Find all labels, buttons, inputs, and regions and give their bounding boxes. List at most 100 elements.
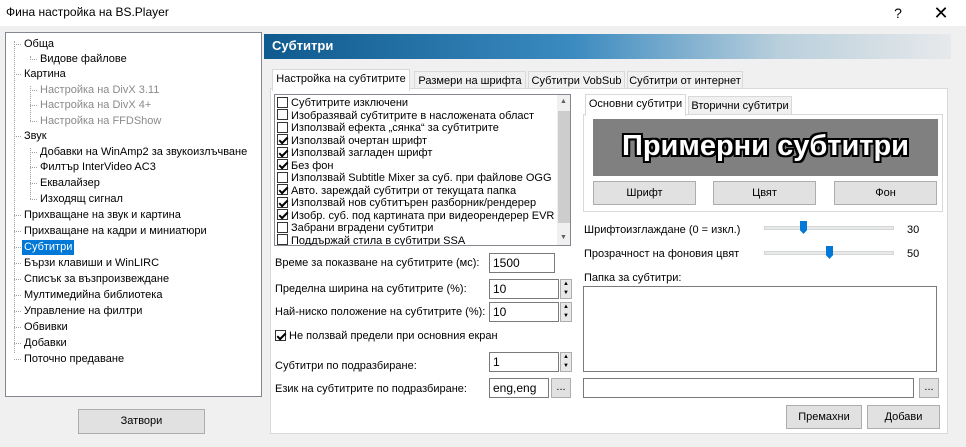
display-time-input[interactable]: 1500 [489, 253, 555, 273]
close-window-button[interactable]: ✕ [924, 0, 958, 26]
checklist-item[interactable]: Използвай ефекта „сянка“ за субтитрите [277, 121, 499, 135]
checkbox-box[interactable] [277, 184, 288, 196]
help-button[interactable]: ? [884, 0, 912, 26]
tree-item[interactable]: Филтър InterVideo AC3 [38, 160, 158, 175]
tree-connector [14, 231, 21, 232]
tree-item[interactable]: Изходящ сигнал [38, 192, 125, 207]
lowest-pos-input[interactable]: 10 [489, 302, 559, 322]
checkbox-box[interactable] [277, 121, 288, 133]
checklist-item[interactable]: Изобразявай субтитрите в насложената обл… [277, 109, 534, 123]
spin-down-icon[interactable]: ▼ [561, 312, 571, 321]
default-lang-input[interactable]: eng,eng [489, 378, 549, 398]
tree-item[interactable]: Звук [22, 129, 49, 144]
tree-connector [14, 327, 21, 328]
folder-list[interactable] [583, 286, 937, 372]
tree-item[interactable]: Видове файлове [38, 52, 129, 67]
default-sub-input[interactable]: 1 [489, 352, 559, 372]
subtitle-preview: Примерни субтитри [593, 119, 938, 176]
tree-item[interactable]: Настройка на DivX 3.11 [38, 83, 161, 98]
remove-button[interactable]: Премахни [786, 405, 862, 429]
tree-connector [14, 311, 21, 312]
checklist-item[interactable]: Използвай Subtitle Mixer за суб. при фай… [277, 171, 552, 185]
tree-item[interactable]: Управление на филтри [22, 304, 144, 319]
folder-path-input[interactable] [583, 378, 914, 398]
remove-button-label: Премахни [798, 411, 850, 423]
checklist-item[interactable]: Използвай нов субтитърен разборник/ренде… [277, 196, 536, 210]
lang-browse-button[interactable]: ... [551, 378, 571, 398]
tree-item[interactable]: Настройка на DivX 4+ [38, 98, 153, 113]
no-limits-checkbox[interactable]: Не ползвай предели при основния екран [275, 329, 498, 342]
tree-item[interactable]: Бързи клавиши и WinLIRC [22, 256, 161, 271]
tab-label: Основни субтитри [588, 98, 683, 110]
checkbox-box[interactable] [277, 146, 288, 158]
checkbox-box[interactable] [277, 159, 288, 171]
lowest-pos-stepper[interactable]: ▲ ▼ [560, 302, 572, 322]
background-button-label: Фон [875, 187, 896, 199]
tree-connector [14, 247, 21, 248]
smoothing-slider-track[interactable] [764, 226, 894, 230]
checklist-item[interactable]: Авто. зареждай субтитри от текущата папк… [277, 184, 516, 198]
checkbox-box[interactable] [277, 196, 288, 208]
close-button[interactable]: Затвори [78, 409, 205, 434]
checklist-item[interactable]: Субтитрите изключени [277, 96, 409, 110]
spin-up-icon[interactable]: ▲ [561, 280, 571, 289]
settings-tree[interactable]: Обща Видове файлове Картина Настройка на Di… [5, 32, 262, 397]
checklist-item[interactable]: Използвай загладен шрифт [277, 146, 432, 160]
checkbox-box[interactable] [277, 96, 288, 108]
color-button-label: Цвят [752, 187, 777, 199]
checkbox-box[interactable] [277, 134, 288, 146]
checklist-item[interactable]: Използвай очертан шрифт [277, 134, 427, 148]
spin-down-icon[interactable]: ▼ [561, 362, 571, 371]
color-button[interactable]: Цвят [713, 181, 816, 205]
scroll-thumb[interactable] [558, 111, 570, 223]
tree-item[interactable]: Прихващане на звук и картина [22, 208, 183, 223]
checklist-item[interactable]: Поддържай стила в субтитри SSA [277, 234, 465, 245]
checklist-item[interactable]: Забрани вградени субтитри [277, 221, 433, 235]
max-width-stepper[interactable]: ▲ ▼ [560, 279, 572, 299]
checkbox-box[interactable] [277, 109, 288, 121]
tree-item[interactable]: Обвивки [22, 320, 70, 335]
folder-browse-button[interactable]: ... [919, 378, 939, 398]
tab-subtitle-settings[interactable]: Настройка на субтитрите [272, 69, 410, 91]
font-button[interactable]: Шрифт [593, 181, 696, 205]
checklist-item[interactable]: Изобр. суб. под картината при видеоренде… [277, 209, 554, 223]
tree-item[interactable]: Прихващане на кадри и миниатюри [22, 224, 209, 239]
scroll-up-icon[interactable]: ▲ [560, 98, 567, 105]
tree-item[interactable]: Еквалайзер [38, 176, 102, 191]
spin-up-icon[interactable]: ▲ [561, 353, 571, 362]
options-checklist[interactable]: Субтитрите изключени Изобразявай субтитри… [274, 94, 571, 246]
checkbox-box[interactable] [277, 234, 288, 245]
checklist-item-label: Субтитрите изключени [291, 97, 409, 109]
tree-item[interactable]: Поточно предаване [22, 352, 126, 367]
tree-item[interactable]: Списък за възпроизвеждане [22, 272, 171, 287]
checklist-scrollbar[interactable]: ▲ ▼ [557, 95, 570, 245]
checkbox-box[interactable] [277, 171, 288, 183]
tree-item[interactable]: Мултимедийна библиотека [22, 288, 164, 303]
scroll-down-icon[interactable]: ▼ [560, 234, 567, 241]
add-button[interactable]: Добави [867, 405, 940, 429]
checkbox-box[interactable] [277, 221, 288, 233]
tree-item[interactable]: Обща [22, 37, 56, 52]
spin-down-icon[interactable]: ▼ [561, 289, 571, 298]
tab-primary-subtitles[interactable]: Основни субтитри [585, 94, 686, 116]
default-sub-stepper[interactable]: ▲ ▼ [560, 352, 572, 372]
tree-connector [30, 59, 37, 60]
section-title: Субтитри [272, 38, 334, 53]
background-button[interactable]: Фон [834, 181, 937, 205]
spin-up-icon[interactable]: ▲ [561, 303, 571, 312]
tree-connector [14, 74, 21, 75]
checkbox-box[interactable] [275, 329, 286, 341]
tree-item[interactable]: Добавки [22, 336, 69, 351]
tab-secondary-subtitles[interactable]: Вторични субтитри [688, 96, 792, 116]
checklist-item[interactable]: Без фон [277, 159, 333, 173]
checkbox-box[interactable] [277, 209, 288, 221]
tree-item[interactable]: Субтитри [22, 240, 75, 255]
max-width-input[interactable]: 10 [489, 279, 559, 299]
tree-item[interactable]: Картина [22, 67, 68, 82]
lowest-pos-label: Най-ниско положение на субтитрите (%): [275, 306, 486, 318]
tree-branch-line [30, 86, 31, 121]
tree-connector [30, 199, 37, 200]
tree-item[interactable]: Добавки на WinAmp2 за звукоизлъчване [38, 145, 249, 160]
tree-item[interactable]: Настройка на FFDShow [38, 114, 163, 129]
section-header: Субтитри [264, 34, 951, 59]
